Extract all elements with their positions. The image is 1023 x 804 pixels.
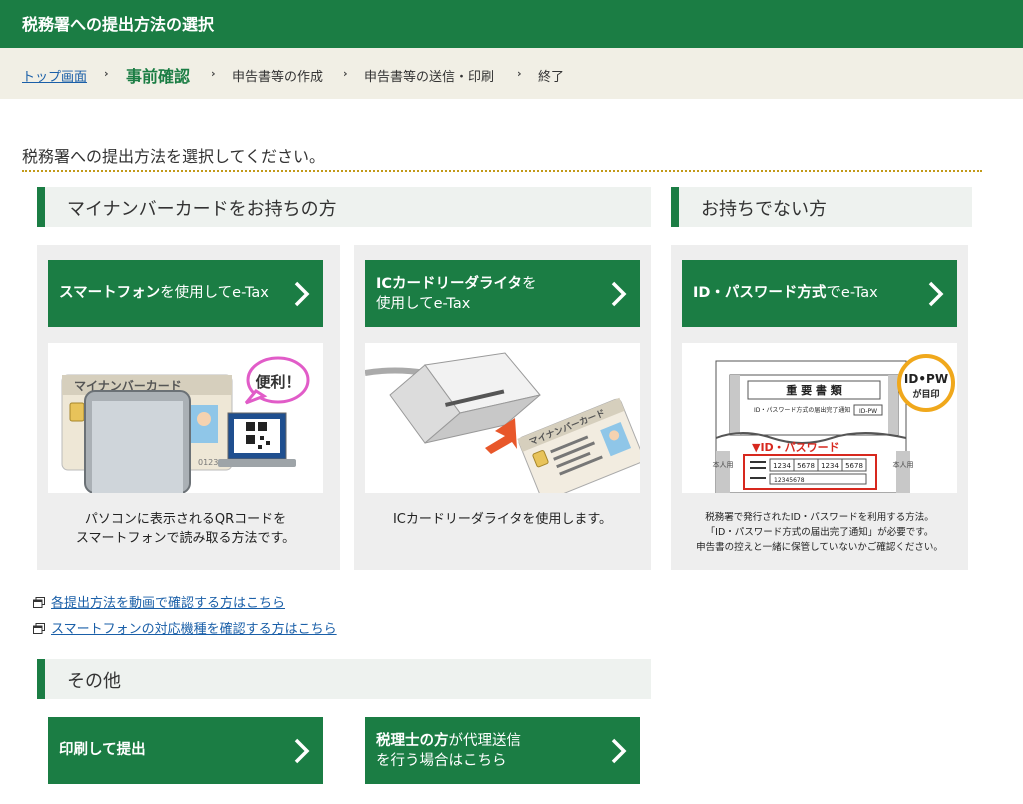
section-heading-no-card: お持ちでない方 bbox=[671, 187, 972, 227]
breadcrumb-separator: › bbox=[104, 67, 109, 80]
dotted-divider bbox=[22, 170, 982, 172]
new-window-icon bbox=[33, 623, 45, 634]
page-title: 税務署への提出方法の選択 bbox=[22, 15, 215, 34]
breadcrumb-step: 申告書等の作成 bbox=[232, 70, 324, 85]
breadcrumb-step: 申告書等の送信・印刷 bbox=[364, 70, 495, 85]
pw-cell: 12345678 bbox=[774, 477, 805, 484]
breadcrumb-separator: › bbox=[517, 67, 522, 80]
button-label: スマートフォンを使用してe-Tax bbox=[59, 285, 269, 301]
document-subtitle: ID・パスワード方式の届出完了通知 bbox=[754, 406, 850, 414]
intro-text: 税務署への提出方法を選択してください。 bbox=[22, 147, 326, 166]
idpw-document-illustration: 重 要 書 類 ID・パスワード方式の届出完了通知 ID-PW 本人用 本人用 … bbox=[682, 343, 957, 493]
video-guide-link[interactable]: 各提出方法を動画で確認する方はこちら bbox=[51, 596, 285, 611]
bubble-text: 便利！ bbox=[255, 373, 300, 391]
breadcrumb-separator: › bbox=[211, 67, 216, 80]
id-cell: 5678 bbox=[797, 462, 815, 470]
section-heading-other: その他 bbox=[37, 659, 651, 699]
badge-text: が目印 bbox=[912, 388, 939, 400]
link-row: 各提出方法を動画で確認する方はこちら bbox=[33, 592, 285, 611]
smartphone-description: パソコンに表示されるQRコードを スマートフォンで読み取る方法です。 bbox=[75, 512, 296, 546]
print-submit-button[interactable]: 印刷して提出 bbox=[48, 717, 323, 784]
breadcrumb-top-link[interactable]: トップ画面 bbox=[22, 66, 87, 85]
breadcrumb: トップ画面 › 事前確認 › 申告書等の作成 › 申告書等の送信・印刷 › 終了 bbox=[0, 48, 1023, 99]
idpw-description: 税務署で発行されたID・パスワードを利用する方法。 「ID・パスワード方式の届出… bbox=[696, 512, 943, 553]
badge-text: ID•PW bbox=[904, 372, 948, 386]
section-heading-text: マイナンバーカードをお持ちの方 bbox=[67, 199, 337, 220]
side-label-left: 本人用 bbox=[713, 460, 734, 469]
side-label-right: 本人用 bbox=[893, 460, 914, 469]
supported-devices-link[interactable]: スマートフォンの対応機種を確認する方はこちら bbox=[51, 622, 337, 637]
idpw-etax-button[interactable]: ID・パスワード方式でe-Tax bbox=[682, 260, 957, 327]
chevron-right-icon bbox=[611, 738, 627, 763]
breadcrumb-current-step: 事前確認 bbox=[126, 67, 191, 86]
button-label: 印刷して提出 bbox=[59, 742, 146, 758]
icreader-illustration: マイナンバーカード bbox=[365, 343, 640, 493]
section-heading-mynumber: マイナンバーカードをお持ちの方 bbox=[37, 187, 651, 227]
button-label: ID・パスワード方式でe-Tax bbox=[693, 285, 878, 301]
document-tag: ID-PW bbox=[859, 408, 877, 415]
icreader-description: ICカードリーダライタを使用します。 bbox=[392, 512, 613, 527]
new-window-icon bbox=[33, 597, 45, 608]
id-cell: 5678 bbox=[845, 462, 863, 470]
idpw-red-label: ▼ID・パスワード bbox=[752, 441, 840, 454]
id-cell: 1234 bbox=[773, 462, 791, 470]
smartphone-qr-illustration: マイナンバーカード 012345 便利！ bbox=[48, 343, 323, 493]
smartphone-etax-button[interactable]: スマートフォンを使用してe-Tax bbox=[48, 260, 323, 327]
link-row: スマートフォンの対応機種を確認する方はこちら bbox=[33, 618, 337, 637]
section-heading-text: お持ちでない方 bbox=[701, 199, 827, 220]
page-header: 税務署への提出方法の選択 bbox=[0, 0, 1023, 48]
id-cell: 1234 bbox=[821, 462, 839, 470]
button-label: ICカードリーダライタを 使用してe-Tax bbox=[376, 276, 537, 312]
chevron-right-icon bbox=[294, 281, 310, 306]
icreader-etax-button[interactable]: ICカードリーダライタを 使用してe-Tax bbox=[365, 260, 640, 327]
tax-accountant-button[interactable]: 税理士の方が代理送信 を行う場合はこちら bbox=[365, 717, 640, 784]
breadcrumb-step: 終了 bbox=[538, 70, 565, 85]
breadcrumb-separator: › bbox=[343, 67, 348, 80]
document-title: 重 要 書 類 bbox=[786, 383, 842, 397]
chevron-right-icon bbox=[611, 281, 627, 306]
section-heading-text: その他 bbox=[67, 671, 121, 692]
chevron-right-icon bbox=[294, 738, 310, 763]
button-label: 税理士の方が代理送信 を行う場合はこちら bbox=[376, 733, 521, 769]
chevron-right-icon bbox=[928, 281, 944, 306]
